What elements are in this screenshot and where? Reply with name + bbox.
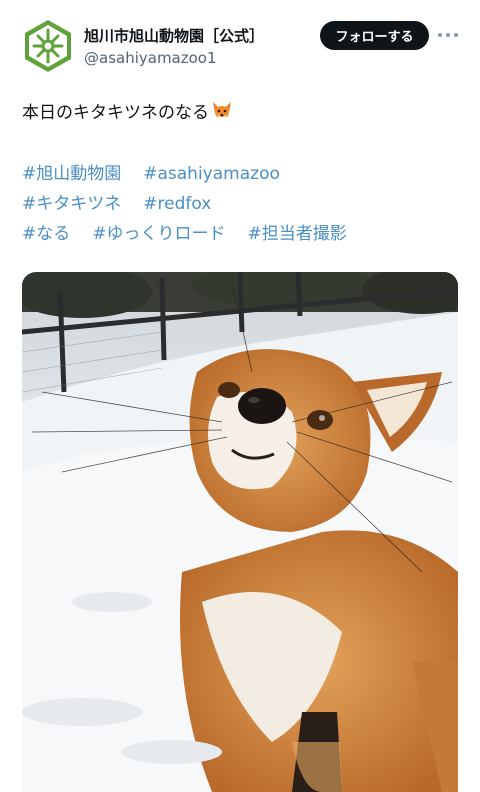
hashtag-link[interactable]: #旭山動物園 xyxy=(22,164,121,184)
hashtag-link[interactable]: #ゆっくりロード xyxy=(92,224,225,244)
fox-face-icon xyxy=(211,100,233,130)
hashtag-link[interactable]: #なる xyxy=(22,224,70,244)
display-name[interactable]: 旭川市旭山動物園［公式］ xyxy=(84,25,264,46)
hashtag-row: #旭山動物園 #asahiyamazoo xyxy=(22,159,369,189)
photo-red-fox-in-snow xyxy=(22,272,458,792)
hashtag-link[interactable]: #asahiyamazoo xyxy=(143,164,280,184)
tweet-text: 本日のキタキツネのなる xyxy=(22,100,233,130)
tweet-body: 本日のキタキツネのなる xyxy=(22,103,209,123)
hashtag-link[interactable]: #キタキツネ xyxy=(22,194,121,214)
hashtag-list: #旭山動物園 #asahiyamazoo #キタキツネ #redfox #なる #ゆっ… xyxy=(22,159,369,249)
hashtag-row: #キタキツネ #redfox xyxy=(22,189,369,219)
more-icon[interactable] xyxy=(436,24,460,46)
user-handle[interactable]: @asahiyamazoo1 xyxy=(84,49,217,67)
hashtag-link[interactable]: #担当者撮影 xyxy=(248,224,347,244)
follow-button[interactable]: フォローする xyxy=(320,21,429,50)
hashtag-link[interactable]: #redfox xyxy=(143,194,211,214)
tweet-header: 旭川市旭山動物園［公式］ @asahiyamazoo1 フォローする xyxy=(22,18,462,76)
hashtag-row: #なる #ゆっくりロード #担当者撮影 xyxy=(22,219,369,249)
zoo-logo-icon[interactable] xyxy=(22,18,74,74)
tweet-photo[interactable] xyxy=(22,272,458,792)
